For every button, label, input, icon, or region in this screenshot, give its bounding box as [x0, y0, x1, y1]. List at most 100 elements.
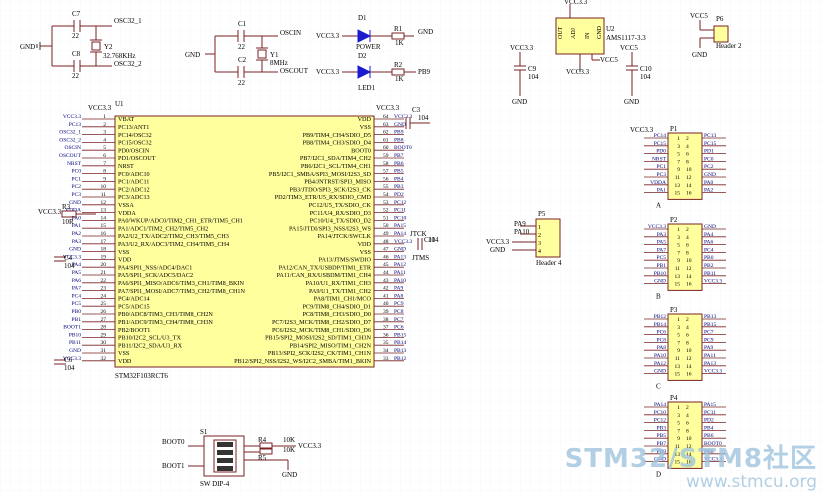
header-right-net: PC4: [704, 247, 714, 253]
u1-right-pin-name: BOOT0: [351, 147, 371, 154]
u1-right-pin-number: 57: [383, 169, 389, 175]
u1-left-pin-number: 6: [103, 153, 106, 159]
r2-pb9-label: PB9: [418, 68, 431, 76]
r2-value: 1K: [395, 75, 404, 83]
s1-type: SW DIP-4: [200, 480, 230, 488]
r1-value: 1K: [395, 39, 404, 47]
header-left-net: NRST: [652, 156, 667, 162]
u1-right-pin-number: 47: [383, 247, 389, 253]
p5-pa10-label: PA10: [514, 228, 530, 236]
u1-left-pin-name: VDDA: [118, 210, 136, 217]
u1-left-pin-name: PB0/ADC8/TIM3_CH3/TIM8_CH2N: [118, 311, 213, 318]
c4-value: 104: [64, 262, 75, 270]
u1-left-net-label: GND: [69, 200, 81, 206]
header-pin-odd: 9: [677, 258, 680, 264]
header-right-net: VCC3.3: [704, 369, 722, 375]
c8-value: 22: [72, 72, 80, 80]
u1-right-pin-number: 63: [383, 122, 389, 128]
c10-designator: C10: [640, 65, 652, 73]
u1-right-net-label: PB14: [394, 340, 406, 346]
u1-right-pin-name: PA11/CAN_RX/USBDM/TIM1_CH4: [277, 272, 371, 279]
header-pin-odd: 3: [677, 413, 680, 419]
header-left-net: PC5: [657, 255, 667, 261]
u1-left-pin-number: 13: [101, 208, 107, 214]
header-pin-odd: 5: [677, 243, 680, 249]
header-right-net: PD2: [704, 418, 714, 424]
u1-right-pin-number: 52: [383, 208, 389, 214]
header-pin-odd: 1: [677, 405, 680, 411]
p6-vcc5-label: VCC5: [690, 12, 708, 20]
u1-right-pin-number: 46: [383, 254, 389, 260]
u1-left-pin-name: VSS: [118, 350, 130, 357]
u2-out-pin: OUT: [558, 26, 564, 39]
header-pin-odd: 15: [675, 282, 681, 288]
u1-right-pin-number: 43: [383, 278, 389, 284]
c10-gnd-label: GND: [624, 98, 639, 106]
u1-right-pin-name: PB8/TIM4_CH3/SDIO_D4: [303, 140, 371, 147]
u1-left-pin-name: PB2/BOOT1: [118, 327, 150, 334]
d1-power-label: POWER: [356, 43, 381, 51]
header-pin-even: 14: [686, 274, 692, 280]
header-left-net: PC6: [657, 330, 667, 336]
header-left-net: PA14: [654, 402, 666, 408]
header-pin-even: 14: [686, 364, 692, 370]
u1-right-pin-number: 51: [383, 215, 389, 221]
u1-left-pin-number: 19: [101, 254, 107, 260]
header-body: [667, 132, 703, 200]
header-pin-even: 12: [686, 175, 692, 181]
u1-left-pin-name: PA1/ADC1/TIM2_CH2/TIM5_CH2: [118, 225, 208, 232]
u1-left-pin-name: VSS: [118, 249, 130, 256]
u1-right-pin-name: PB4/JNTRST/SPI3_MISO: [304, 179, 371, 186]
u1-right-pin-number: 64: [383, 114, 389, 120]
header-left-net: PC15: [654, 141, 666, 147]
u1-right-pin-name: PA13/JTMS/SWDIO: [319, 257, 372, 264]
u1-left-pin-name: PC5/ADC15: [118, 303, 150, 310]
d1-vcc-label: VCC3.3: [316, 32, 340, 40]
u1-left-net-label: GND: [69, 348, 81, 354]
header-pin-odd: 3: [677, 325, 680, 331]
c6-designator: C6: [64, 356, 73, 364]
c11-value: 104: [428, 236, 439, 244]
u1-right-pin-name: VDD: [358, 116, 372, 123]
u1-left-net-label: GND: [69, 247, 81, 253]
u1-right-pin-name: PA12/CAN_TX/USBDP/TIM1_ETR: [279, 264, 372, 271]
header-suffix: C: [656, 382, 661, 390]
c9-value: 104: [528, 73, 539, 81]
header-left-net: PC14: [654, 133, 666, 139]
c1-value: 22: [238, 43, 246, 51]
header-pin-even: 6: [686, 152, 689, 158]
u1-left-pin-number: 23: [101, 286, 107, 292]
u1-left-pin-name: PD0/OSCIN: [118, 147, 150, 154]
u1-right-pin-name: PA8/TIM1_CH1/MCO: [314, 296, 372, 303]
u1-right-pin-name: PB14/SPI2_MISO/TIM1_CH2N: [290, 342, 372, 349]
u1-right-net-label: PB3: [394, 184, 404, 190]
u2-gnd-pin: GND: [597, 25, 603, 39]
u1-right-net-label: GND: [394, 247, 406, 253]
u1-right-pin-name: VDD: [358, 241, 372, 248]
header-right-net: PC7: [704, 330, 714, 336]
u1-left-pin-number: 24: [101, 293, 107, 299]
u1-right-pin-name: PC10/U4_TX/SDIO_D2: [310, 218, 371, 225]
header-pin-odd: 11: [675, 266, 681, 272]
u1-right-net-label: PA10: [394, 278, 406, 284]
u1-left-pin-name: PB11/I2C2_SDA/U3_RX: [118, 342, 183, 349]
header-right-net: PC0: [704, 156, 714, 162]
u1-left-net-label: PB1: [72, 317, 82, 323]
u1-right-net-label: PC7: [394, 317, 404, 323]
u1-right-pin-name: PA10/U1_RX/TIM1_CH3: [306, 280, 371, 287]
p6-type: Header 2: [716, 42, 742, 50]
c2-value: 22: [238, 79, 246, 87]
d2-designator: D2: [358, 52, 367, 60]
u1-right-net-label: PA12: [394, 262, 406, 268]
c1-designator: C1: [238, 20, 247, 28]
osc32-1-net: OSC32_1: [114, 17, 142, 25]
u1-left-pin-number: 9: [103, 176, 106, 182]
u1-left-pin-number: 18: [101, 247, 107, 253]
u1-left-pin-number: 3: [103, 130, 106, 136]
header-right-net: PA6: [704, 240, 714, 246]
u1-left-pin-number: 30: [101, 340, 107, 346]
header-pin-even: 2: [686, 317, 689, 323]
u1-left-pin-name: PD1/OSCOUT: [118, 155, 156, 162]
header-right-net: PA15: [704, 402, 716, 408]
header-pin-odd: 7: [677, 250, 680, 256]
